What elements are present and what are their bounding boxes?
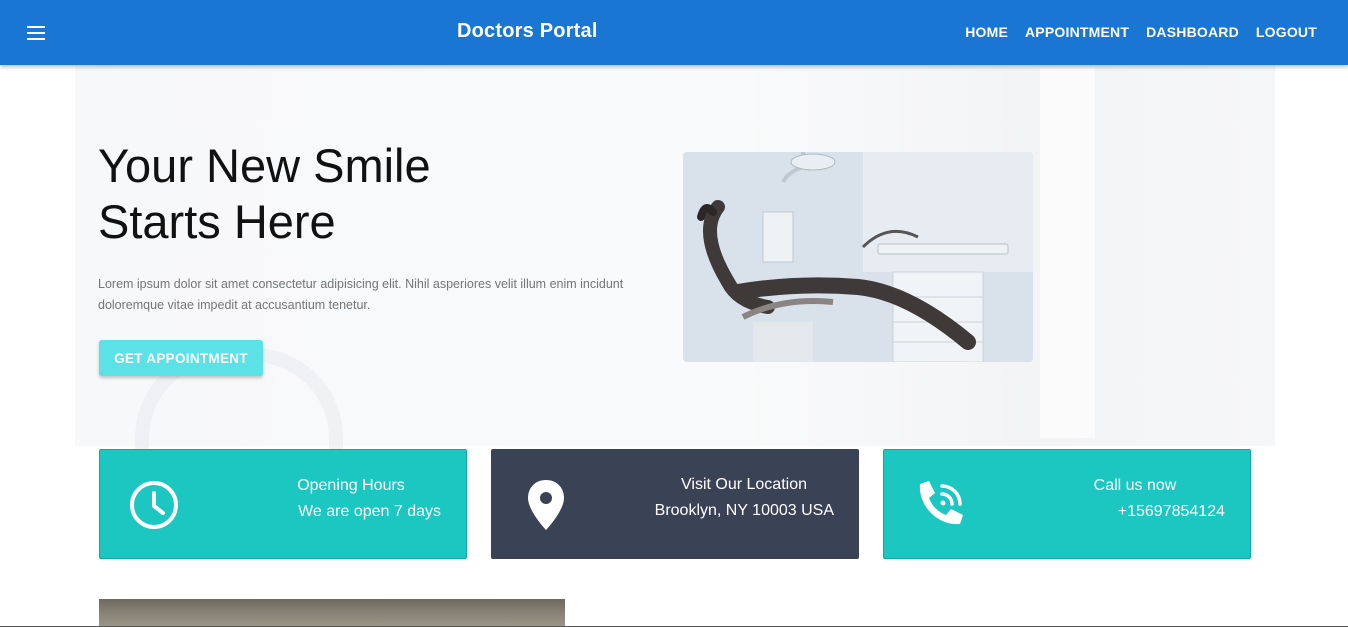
opening-hours-detail: We are open 7 days [298,503,441,520]
dental-chair-image [683,152,1033,362]
nav-logout-link[interactable]: LOGOUT [1256,24,1317,40]
clock-icon [130,481,178,529]
opening-hours-card: Opening Hours We are open 7 days [99,449,467,559]
nav-appointment-link[interactable]: APPOINTMENT [1025,24,1129,40]
page: Doctors Portal HOME APPOINTMENT DASHBOAR… [0,0,1348,627]
brand-title: Doctors Portal [457,20,598,42]
section-image [99,599,565,627]
call-us-title: Call us now [1093,477,1177,494]
location-title: Visit Our Location [681,476,807,493]
hero-description: Lorem ipsum dolor sit amet consectetur a… [98,277,624,312]
hero-title-line-2: Starts Here [98,195,336,248]
opening-hours-title: Opening Hours [297,477,405,494]
location-detail: Brooklyn, NY 10003 USA [654,502,834,519]
hamburger-menu-icon[interactable] [18,18,54,48]
location-card: Visit Our Location Brooklyn, NY 10003 US… [491,449,859,559]
app-bar: Doctors Portal HOME APPOINTMENT DASHBOAR… [0,0,1348,65]
hero-title-line-1: Your New Smile [98,139,431,192]
location-pin-icon [528,480,564,530]
phone-wifi-icon [919,481,963,525]
nav-dashboard-link[interactable]: DASHBOARD [1146,24,1239,40]
call-us-card: Call us now +15697854124 [883,449,1251,559]
nav-home-link[interactable]: HOME [965,24,1008,40]
main-nav: HOME APPOINTMENT DASHBOARD LOGOUT [965,24,1317,40]
call-us-phone: +15697854124 [1117,503,1225,520]
get-appointment-button[interactable]: GET APPOINTMENT [99,340,263,376]
hero-title: Your New Smile Starts Here [98,138,518,250]
